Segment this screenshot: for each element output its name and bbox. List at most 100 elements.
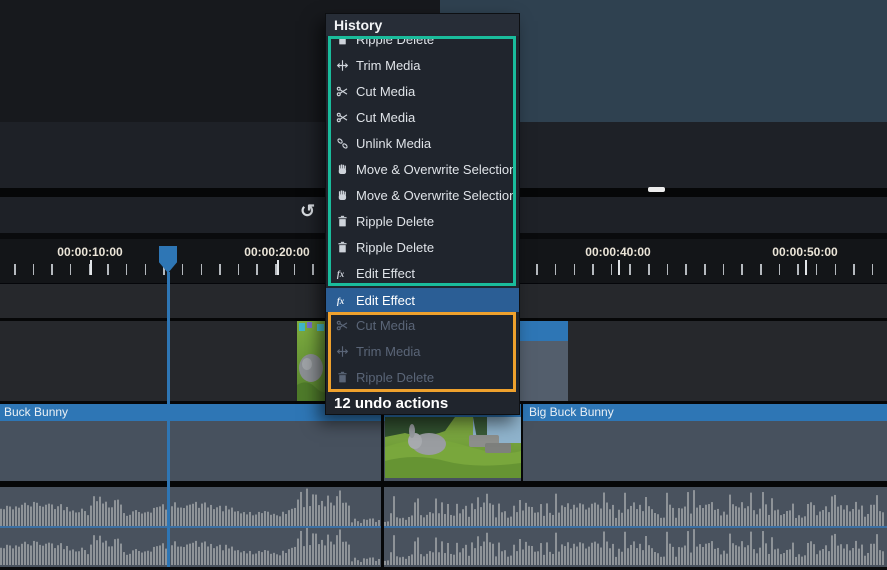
ruler-tick	[611, 264, 613, 275]
history-item-edit-effect[interactable]: fx Edit Effect	[326, 260, 519, 286]
playhead-line	[167, 272, 170, 567]
ruler-tick	[238, 264, 240, 275]
clip-thumbnail	[385, 417, 521, 478]
ruler-timecode-label: 00:00:20:00	[244, 245, 309, 259]
unlink-icon	[335, 137, 349, 150]
hand-icon	[335, 189, 349, 202]
ruler-tick	[536, 264, 538, 275]
history-item-label: Ripple Delete	[356, 240, 434, 255]
history-item-move-overwrite-selection[interactable]: Move & Overwrite Selection	[326, 182, 519, 208]
history-item-label: Cut Media	[356, 110, 415, 125]
channel-divider	[0, 526, 381, 528]
trim-icon	[335, 345, 349, 358]
ruler-tick	[629, 264, 631, 275]
video-editor-window: 0:00:00:01 ] 0x 1+2 ↺ + 00:00:10:0000:00…	[0, 0, 887, 570]
audio-track[interactable]	[0, 487, 887, 567]
history-item-ripple-delete[interactable]: Ripple Delete	[326, 364, 519, 390]
fx-icon: fx	[335, 294, 349, 307]
clip-body[interactable]	[523, 421, 887, 481]
ruler-tick	[835, 264, 837, 275]
undo-history-icon[interactable]: ↺	[300, 201, 315, 222]
clip-thumbnail	[297, 321, 327, 401]
clip-title-bar[interactable]: Big Buck Bunny	[523, 404, 887, 421]
history-item-label: Move & Overwrite Selection	[356, 162, 516, 177]
hand-icon	[335, 163, 349, 176]
ruler-tick	[33, 264, 35, 275]
ruler-tick	[685, 264, 687, 275]
ruler-tick	[219, 264, 221, 275]
history-item-cut-media[interactable]: Cut Media	[326, 312, 519, 338]
history-item-label: Cut Media	[356, 318, 415, 333]
history-item-move-overwrite-selection[interactable]: Move & Overwrite Selection	[326, 156, 519, 182]
ruler-timecode-label: 00:00:10:00	[57, 245, 122, 259]
ruler-major-tick	[805, 260, 807, 275]
ruler-tick	[256, 264, 258, 275]
history-item-label: Move & Overwrite Selection	[356, 188, 516, 203]
history-item-cut-media[interactable]: Cut Media	[326, 78, 519, 104]
scissors-icon	[335, 85, 349, 98]
ruler-tick	[723, 264, 725, 275]
ruler-tick	[779, 264, 781, 275]
ruler-major-tick	[277, 260, 279, 275]
ruler-tick	[797, 264, 799, 275]
svg-text:fx: fx	[336, 268, 344, 278]
svg-text:fx: fx	[336, 295, 344, 305]
divider-drag-handle[interactable]	[648, 187, 665, 192]
ruler-tick	[126, 264, 128, 275]
ruler-tick	[592, 264, 594, 275]
trash-icon	[335, 371, 349, 384]
ruler-tick	[14, 264, 16, 275]
fx-icon: fx	[335, 267, 349, 280]
ruler-tick	[872, 264, 874, 275]
ruler-major-tick	[618, 260, 620, 275]
ruler-timecode-label: 00:00:50:00	[772, 245, 837, 259]
history-item-trim-media[interactable]: Trim Media	[326, 52, 519, 78]
history-item-label: Ripple Delete	[356, 214, 434, 229]
history-item-label: Cut Media	[356, 84, 415, 99]
channel-divider	[384, 526, 887, 528]
ruler-tick	[107, 264, 109, 275]
ruler-tick	[312, 264, 314, 275]
history-item-label: Edit Effect	[356, 293, 415, 308]
ruler-tick	[853, 264, 855, 275]
history-item-ripple-delete[interactable]: Ripple Delete	[326, 234, 519, 260]
scissors-icon	[335, 111, 349, 124]
history-item-ripple-delete[interactable]: Ripple Delete	[326, 208, 519, 234]
ruler-tick	[760, 264, 762, 275]
undo-count-label: 12 undo actions	[326, 392, 519, 416]
ruler-tick	[704, 264, 706, 275]
ruler-tick	[294, 264, 296, 275]
history-item-label: Trim Media	[356, 58, 421, 73]
history-item-label: Trim Media	[356, 344, 421, 359]
ruler-tick	[574, 264, 576, 275]
audio-clip[interactable]	[0, 487, 381, 567]
history-item-label: Ripple Delete	[356, 370, 434, 385]
ruler-timecode-label: 00:00:40:00	[585, 245, 650, 259]
history-item-cut-media[interactable]: Cut Media	[326, 104, 519, 130]
trim-icon	[335, 59, 349, 72]
ruler-tick	[182, 264, 184, 275]
ruler-tick	[741, 264, 743, 275]
ruler-tick	[70, 264, 72, 275]
scissors-icon	[335, 319, 349, 332]
clip-body[interactable]	[0, 421, 381, 481]
history-menu-list: Ripple Delete Trim Media Cut Media Cut Medi…	[326, 26, 519, 390]
ruler-tick	[201, 264, 203, 275]
history-item-label: Edit Effect	[356, 266, 415, 281]
ruler-tick	[648, 264, 650, 275]
audio-clip[interactable]	[384, 487, 887, 567]
history-menu: History Ripple Delete Trim Media Cut Media…	[325, 13, 520, 415]
ruler-tick	[816, 264, 818, 275]
history-item-trim-media[interactable]: Trim Media	[326, 338, 519, 364]
history-item-label: Unlink Media	[356, 136, 431, 151]
trash-icon	[335, 215, 349, 228]
ruler-major-tick	[90, 260, 92, 275]
history-item-edit-effect[interactable]: fx Edit Effect	[326, 288, 519, 312]
ruler-tick	[145, 264, 147, 275]
trash-icon	[335, 241, 349, 254]
ruler-tick	[51, 264, 53, 275]
ruler-tick	[667, 264, 669, 275]
history-menu-title: History	[326, 14, 519, 36]
ruler-tick	[555, 264, 557, 275]
history-item-unlink-media[interactable]: Unlink Media	[326, 130, 519, 156]
